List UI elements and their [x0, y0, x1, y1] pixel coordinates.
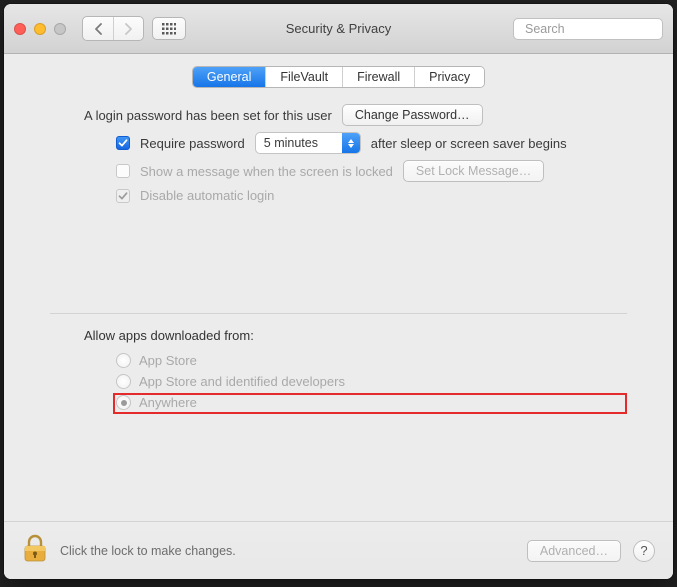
zoom-button[interactable]: [54, 23, 66, 35]
radio-anywhere-label: Anywhere: [139, 395, 197, 410]
require-password-prefix: Require password: [140, 136, 245, 151]
traffic-lights: [14, 23, 66, 35]
chevron-left-icon: [94, 23, 103, 35]
preferences-window: Security & Privacy General FileVault Fir…: [4, 4, 673, 579]
allow-apps-heading: Allow apps downloaded from:: [50, 328, 627, 343]
lock-text: Click the lock to make changes.: [60, 544, 236, 558]
close-button[interactable]: [14, 23, 26, 35]
require-password-suffix: after sleep or screen saver begins: [371, 136, 567, 151]
general-pane: A login password has been set for this u…: [4, 104, 673, 414]
radio-identified-label: App Store and identified developers: [139, 374, 345, 389]
radio-anywhere: [116, 395, 131, 410]
footer: Click the lock to make changes. Advanced…: [4, 521, 673, 579]
radio-app-store-label: App Store: [139, 353, 197, 368]
popup-arrows-icon: [342, 133, 360, 153]
allow-apps-radio-group: App Store App Store and identified devel…: [50, 353, 627, 414]
show-all-button[interactable]: [152, 17, 186, 40]
tab-privacy[interactable]: Privacy: [414, 67, 484, 87]
chevron-right-icon: [124, 23, 133, 35]
separator: [50, 313, 627, 314]
lock-icon[interactable]: [22, 534, 48, 567]
titlebar: Security & Privacy: [4, 4, 673, 54]
show-message-label: Show a message when the screen is locked: [140, 164, 393, 179]
tab-firewall[interactable]: Firewall: [342, 67, 414, 87]
radio-identified: [116, 374, 131, 389]
advanced-button: Advanced…: [527, 540, 621, 562]
require-password-checkbox[interactable]: [116, 136, 130, 150]
disable-autologin-label: Disable automatic login: [140, 188, 274, 203]
radio-app-store: [116, 353, 131, 368]
forward-button[interactable]: [113, 17, 143, 40]
require-password-delay-value: 5 minutes: [264, 136, 318, 150]
change-password-button[interactable]: Change Password…: [342, 104, 483, 126]
check-icon: [118, 191, 128, 201]
minimize-button[interactable]: [34, 23, 46, 35]
anywhere-highlight: Anywhere: [113, 393, 627, 414]
tab-general[interactable]: General: [193, 67, 265, 87]
show-message-checkbox: [116, 164, 130, 178]
grid-icon: [162, 23, 176, 35]
search-field[interactable]: [513, 18, 663, 40]
set-lock-message-button: Set Lock Message…: [403, 160, 544, 182]
login-password-text: A login password has been set for this u…: [84, 108, 332, 123]
tab-filevault[interactable]: FileVault: [265, 67, 342, 87]
nav-back-forward: [82, 16, 144, 41]
disable-autologin-checkbox: [116, 189, 130, 203]
tab-bar: General FileVault Firewall Privacy: [4, 54, 673, 104]
search-input[interactable]: [525, 22, 673, 36]
back-button[interactable]: [83, 17, 113, 40]
require-password-delay-popup[interactable]: 5 minutes: [255, 132, 361, 154]
check-icon: [118, 138, 128, 148]
help-button[interactable]: ?: [633, 540, 655, 562]
